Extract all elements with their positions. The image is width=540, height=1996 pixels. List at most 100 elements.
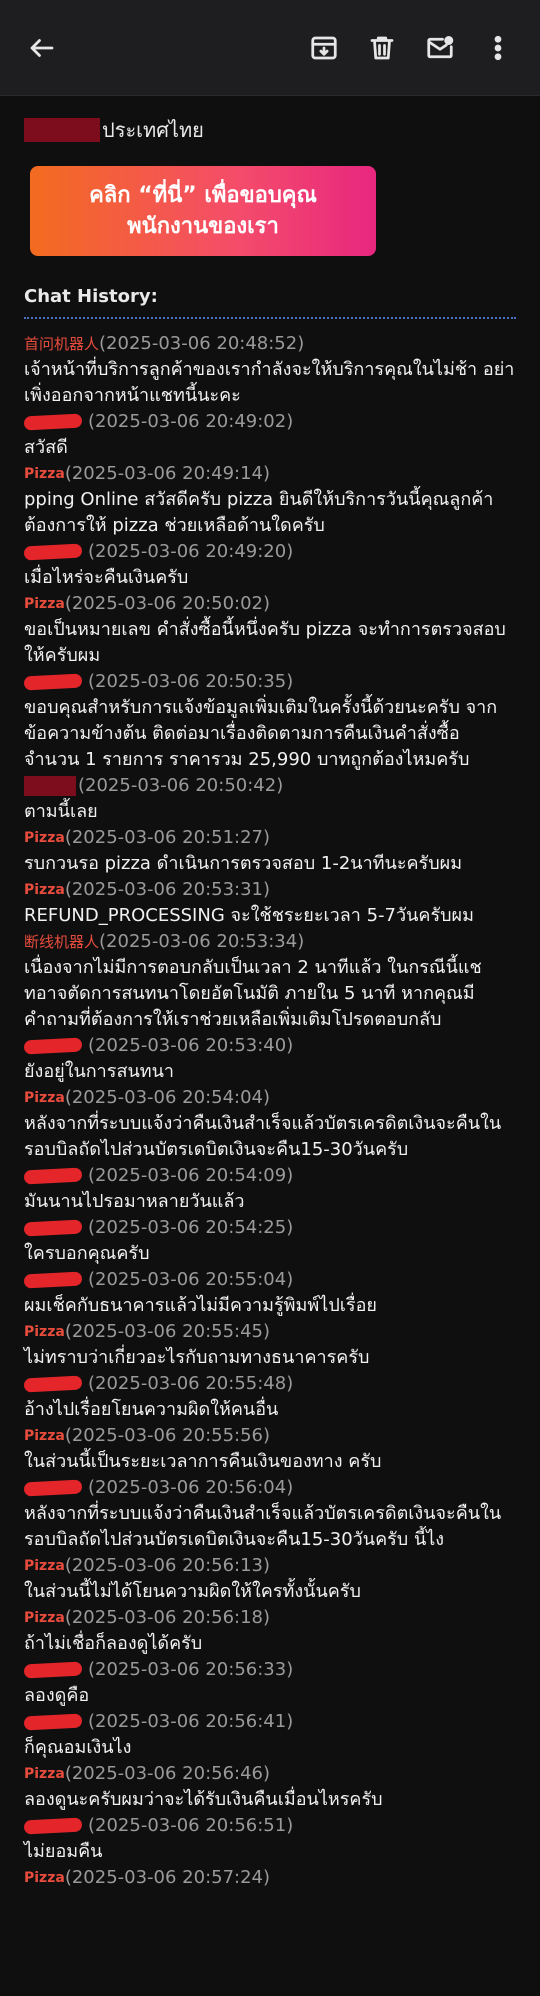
chat-message: (2025-03-06 20:49:20) เมื่อไหร่จะคืนเงินค… — [23, 539, 516, 591]
more-options-button[interactable] — [476, 26, 520, 70]
message-text: หลังจากที่ระบบแจ้งว่าคืนเงินสำเร็จแล้วบั… — [24, 1503, 502, 1550]
dotted-divider — [24, 317, 516, 319]
message-timestamp: (2025-03-06 20:55:45) — [64, 1321, 271, 1342]
message-text: ไม่ยอมคืน — [24, 1841, 103, 1862]
message-timestamp: (2025-03-06 20:51:27) — [64, 827, 271, 848]
redaction-scribble — [23, 543, 83, 561]
message-meta: (2025-03-06 20:54:25) — [23, 1215, 516, 1241]
message-meta: Pizza (2025-03-06 20:56:46) — [24, 1761, 516, 1787]
sender-name: Pizza — [24, 1324, 65, 1340]
message-text: หลังจากที่ระบบแจ้งว่าคืนเงินสำเร็จแล้วบั… — [24, 1113, 502, 1160]
sender-name: Pizza — [24, 1766, 65, 1782]
message-timestamp: (2025-03-06 20:50:42) — [78, 775, 284, 796]
redaction-box — [24, 118, 100, 142]
message-text: เจ้าหน้าที่บริการลูกค้าของเรากำลังจะให้บ… — [24, 359, 515, 406]
back-button[interactable] — [20, 26, 64, 70]
redaction-scribble — [23, 1713, 83, 1731]
message-text: pping Online สวัสดีครับ pizza ยินดีให้บร… — [24, 489, 494, 536]
email-body: ประเทศไทย คลิก “ที่นี่” เพื่อขอบคุณ พนัก… — [0, 96, 540, 1891]
message-timestamp: (2025-03-06 20:49:20) — [88, 541, 294, 562]
message-meta: Pizza (2025-03-06 20:55:45) — [24, 1319, 516, 1345]
message-meta: Pizza (2025-03-06 20:56:18) — [24, 1605, 516, 1631]
message-timestamp: (2025-03-06 20:57:24) — [64, 1867, 271, 1888]
message-timestamp: (2025-03-06 20:50:02) — [64, 593, 271, 614]
sender-name: Pizza — [24, 1558, 65, 1574]
banner-line-1: คลิก “ที่นี่” เพื่อขอบคุณ — [89, 183, 317, 208]
chat-message: 断线机器人 (2025-03-06 20:53:34) เนื่องจากไม่มี… — [24, 929, 516, 1033]
message-meta: (2025-03-06 20:53:40) — [23, 1033, 516, 1059]
greeting: ประเทศไทย — [24, 114, 516, 146]
message-text: ตามนี้เลย — [24, 801, 98, 822]
message-meta: (2025-03-06 20:56:41) — [23, 1709, 516, 1735]
chat-message: 首问机器人 (2025-03-06 20:48:52) เจ้าหน้าที่บริ… — [24, 331, 516, 409]
sender-name: Pizza — [24, 1610, 65, 1626]
redaction-scribble — [23, 413, 83, 431]
chat-message: Pizza (2025-03-06 20:53:31) REFUND_PROCESS… — [24, 877, 516, 929]
chat-message: Pizza (2025-03-06 20:56:13) ในส่วนนี้ไม่ได… — [24, 1553, 516, 1605]
message-timestamp: (2025-03-06 20:54:25) — [88, 1217, 294, 1238]
chat-message: (2025-03-06 20:55:48) อ้างไปเรื่อยโยนความ… — [23, 1371, 516, 1423]
message-text: ลองดูนะครับผมว่าจะได้รับเงินคืนเมื่อนไหร… — [24, 1789, 383, 1810]
redaction-scribble — [23, 1817, 83, 1835]
message-text: ขอเป็นหมายเลข คำสั่งซื้อนี้หนึ่งครับ piz… — [24, 619, 506, 666]
chat-message: (2025-03-06 20:50:42) ตามนี้เลย — [24, 773, 516, 825]
message-timestamp: (2025-03-06 20:55:48) — [88, 1373, 294, 1394]
chat-message: (2025-03-06 20:56:41) ก็คุณอมเงินไง — [23, 1709, 516, 1761]
message-text: ในส่วนนี้เป็นระยะเวลาการคืนเงินของทาง คร… — [24, 1451, 382, 1472]
archive-button[interactable] — [302, 26, 346, 70]
message-timestamp: (2025-03-06 20:50:35) — [88, 671, 294, 692]
chat-message: (2025-03-06 20:50:35) ขอบคุณสำหรับการแจ้ง… — [23, 669, 516, 773]
chat-message: (2025-03-06 20:56:04) หลังจากที่ระบบแจ้งว… — [23, 1475, 516, 1553]
message-timestamp: (2025-03-06 20:48:52) — [99, 333, 305, 354]
redaction-scribble — [23, 1167, 83, 1185]
message-timestamp: (2025-03-06 20:56:51) — [88, 1815, 294, 1836]
message-meta: Pizza (2025-03-06 20:49:14) — [24, 461, 516, 487]
sender-name: 首问机器人 — [24, 335, 100, 353]
message-meta: (2025-03-06 20:54:09) — [23, 1163, 516, 1189]
chat-message: Pizza (2025-03-06 20:54:04) หลังจากที่ระบบ… — [24, 1085, 516, 1163]
chat-message: Pizza (2025-03-06 20:56:46) ลองดูนะครับผมว… — [24, 1761, 516, 1813]
thank-staff-banner[interactable]: คลิก “ที่นี่” เพื่อขอบคุณ พนักงานของเรา — [30, 166, 376, 256]
message-timestamp: (2025-03-06 20:53:34) — [99, 931, 305, 952]
redaction-scribble — [23, 1375, 83, 1393]
chat-message: Pizza (2025-03-06 20:49:14) pping Online ส… — [24, 461, 516, 539]
chat-message: Pizza (2025-03-06 20:55:45) ไม่ทราบว่าเกี่… — [24, 1319, 516, 1371]
message-timestamp: (2025-03-06 20:56:46) — [64, 1763, 271, 1784]
chat-message: (2025-03-06 20:56:51) ไม่ยอมคืน — [23, 1813, 516, 1865]
chat-message: (2025-03-06 20:55:04) ผมเช็คกับธนาคารแล้ว… — [23, 1267, 516, 1319]
message-text: เมื่อไหร่จะคืนเงินครับ — [24, 567, 189, 588]
mark-unread-button[interactable] — [418, 26, 462, 70]
message-timestamp: (2025-03-06 20:56:18) — [64, 1607, 271, 1628]
message-meta: (2025-03-06 20:49:20) — [23, 539, 516, 565]
message-text: มันนานไปรอมาหลายวันแล้ว — [24, 1191, 245, 1212]
message-timestamp: (2025-03-06 20:53:31) — [64, 879, 271, 900]
sender-name: Pizza — [24, 882, 65, 898]
redaction-scribble — [23, 1219, 83, 1237]
message-meta: 首问机器人 (2025-03-06 20:48:52) — [24, 331, 516, 357]
message-timestamp: (2025-03-06 20:55:04) — [88, 1269, 294, 1290]
chat-message: Pizza (2025-03-06 20:55:56) ในส่วนนี้เป็นร… — [24, 1423, 516, 1475]
sender-name: Pizza — [24, 830, 65, 846]
message-text: ผมเช็คกับธนาคารแล้วไม่มีความรู้พิมพ์ไปเร… — [24, 1295, 377, 1316]
sender-name: Pizza — [24, 1090, 65, 1106]
delete-button[interactable] — [360, 26, 404, 70]
message-text: REFUND_PROCESSING จะใช้ชระยะเวลา 5-7วันค… — [24, 905, 474, 926]
banner-line-2: พนักงานของเรา — [127, 214, 279, 239]
message-text: ในส่วนนี้ไม่ได้โยนความผิดให้ใครทั้งนั้นค… — [24, 1581, 361, 1602]
message-timestamp: (2025-03-06 20:56:33) — [88, 1659, 294, 1680]
message-text: สวัสดี — [24, 437, 68, 458]
message-text: ขอบคุณสำหรับการแจ้งข้อมูลเพิ่มเติมในครั้… — [24, 697, 498, 770]
back-arrow-icon — [30, 38, 54, 57]
message-timestamp: (2025-03-06 20:49:14) — [64, 463, 271, 484]
message-timestamp: (2025-03-06 20:56:04) — [88, 1477, 294, 1498]
chat-message: (2025-03-06 20:53:40) ยังอยู่ในการสนทนา — [23, 1033, 516, 1085]
message-meta: Pizza (2025-03-06 20:56:13) — [24, 1553, 516, 1579]
message-meta: 断线机器人 (2025-03-06 20:53:34) — [24, 929, 516, 955]
message-meta: (2025-03-06 20:56:04) — [23, 1475, 516, 1501]
toolbar — [0, 0, 540, 96]
chat-message: (2025-03-06 20:54:25) ใครบอกคุณครับ — [23, 1215, 516, 1267]
chat-message: Pizza (2025-03-06 20:50:02) ขอเป็นหมายเลข … — [24, 591, 516, 669]
message-timestamp: (2025-03-06 20:49:02) — [88, 411, 294, 432]
message-timestamp: (2025-03-06 20:56:41) — [88, 1711, 294, 1732]
message-timestamp: (2025-03-06 20:53:40) — [88, 1035, 294, 1056]
